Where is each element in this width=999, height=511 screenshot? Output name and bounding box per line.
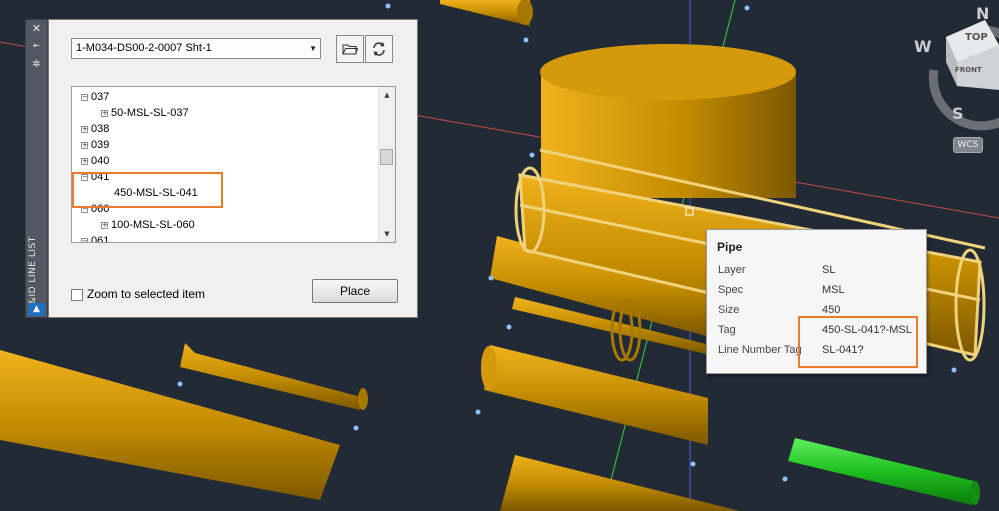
- pipe-bottom-left: [0, 350, 340, 500]
- tree-node-label: 50-MSL-SL-037: [111, 107, 189, 119]
- pid-line-list-palette: 1-M034-DS00-2-0007 Sht-1 ▼ −037 +50-MSL-…: [48, 19, 418, 318]
- scroll-down-icon[interactable]: ▼: [379, 226, 395, 242]
- refresh-button[interactable]: [365, 35, 393, 63]
- scroll-thumb[interactable]: [380, 149, 393, 165]
- properties-icon[interactable]: ✲: [26, 58, 47, 72]
- pipe-green: [788, 438, 980, 505]
- pipe-top: [440, 0, 533, 26]
- tree-scrollbar[interactable]: ▲ ▼: [378, 87, 395, 242]
- expand-icon[interactable]: +: [81, 125, 88, 133]
- zoom-to-selected-label: Zoom to selected item: [87, 287, 206, 301]
- expand-icon[interactable]: +: [101, 109, 108, 117]
- line-list-tree[interactable]: −037 +50-MSL-SL-037 +038 +039 +040 −041 …: [71, 86, 396, 243]
- tooltip-value-size: 450: [822, 304, 841, 316]
- tree-node-label: 040: [91, 155, 110, 167]
- collapse-icon[interactable]: −: [81, 237, 88, 242]
- pipe-vertical-large: [540, 44, 796, 198]
- viewcube-front-label[interactable]: FRONT: [955, 66, 982, 74]
- tree-highlight-box: [72, 172, 223, 208]
- tooltip-label-line-number-tag: Line Number Tag: [718, 344, 802, 356]
- refresh-icon: [373, 42, 385, 56]
- tooltip-label-spec: Spec: [718, 284, 744, 296]
- tooltip-value-layer: SL: [822, 264, 836, 276]
- tooltip-label-size: Size: [718, 304, 740, 316]
- tree-node-label: 100-MSL-SL-060: [111, 219, 195, 231]
- zoom-to-selected-option[interactable]: Zoom to selected item: [71, 287, 205, 301]
- close-icon[interactable]: ✕: [26, 22, 47, 36]
- collapse-icon[interactable]: −: [81, 93, 88, 101]
- pipe-bottom-middle: [500, 455, 740, 511]
- drawing-dropdown-value: 1-M034-DS00-2-0007 Sht-1: [76, 42, 212, 54]
- tree-node-038[interactable]: +038: [81, 121, 109, 137]
- expand-icon[interactable]: +: [81, 141, 88, 149]
- pipe-diagonal-small: [180, 343, 368, 410]
- tree-node-50-msl-sl-037[interactable]: +50-MSL-SL-037: [101, 105, 189, 121]
- tooltip-value-spec: MSL: [822, 284, 845, 296]
- viewcube-top-label[interactable]: TOP: [965, 32, 988, 43]
- pipe-lower-middle: [481, 345, 708, 445]
- tree-node-label: 037: [91, 91, 110, 103]
- zoom-to-selected-checkbox[interactable]: [71, 288, 83, 301]
- open-folder-button[interactable]: [336, 35, 364, 63]
- chevron-down-icon: ▼: [309, 44, 317, 53]
- compass-north-label[interactable]: N: [976, 4, 989, 23]
- palette-titlebar[interactable]: ✕ ⇤ ✲ P&ID LINE LIST ▲: [25, 19, 48, 318]
- drawing-dropdown[interactable]: 1-M034-DS00-2-0007 Sht-1 ▼: [71, 38, 321, 59]
- compass-west-label[interactable]: W: [914, 37, 932, 56]
- folder-icon: [342, 44, 358, 55]
- scroll-up-icon[interactable]: ▲: [379, 87, 395, 103]
- tree-node-label: 039: [91, 139, 110, 151]
- autohide-icon[interactable]: ⇤: [26, 39, 47, 53]
- tooltip-title: Pipe: [717, 240, 743, 254]
- tooltip-label-layer: Layer: [718, 264, 746, 276]
- wcs-menu-button[interactable]: WCS: [953, 137, 983, 153]
- tree-node-037[interactable]: −037: [81, 89, 109, 105]
- expand-icon[interactable]: +: [101, 221, 108, 229]
- tree-node-100-msl-sl-060[interactable]: +100-MSL-SL-060: [101, 217, 195, 233]
- tree-node-061[interactable]: −061: [81, 233, 110, 243]
- tree-node-039[interactable]: +039: [81, 137, 109, 153]
- tooltip-highlight-box: [798, 316, 918, 368]
- compass-south-label[interactable]: S: [952, 104, 964, 123]
- palette-title: P&ID LINE LIST: [28, 236, 38, 310]
- app-logo-icon: ▲: [28, 303, 45, 316]
- tree-node-040[interactable]: +040: [81, 153, 109, 169]
- tooltip-label-tag: Tag: [718, 324, 736, 336]
- place-button[interactable]: Place: [312, 279, 398, 303]
- tree-node-label: 038: [91, 123, 110, 135]
- expand-icon[interactable]: +: [81, 157, 88, 165]
- tree-node-label: 061: [91, 235, 110, 243]
